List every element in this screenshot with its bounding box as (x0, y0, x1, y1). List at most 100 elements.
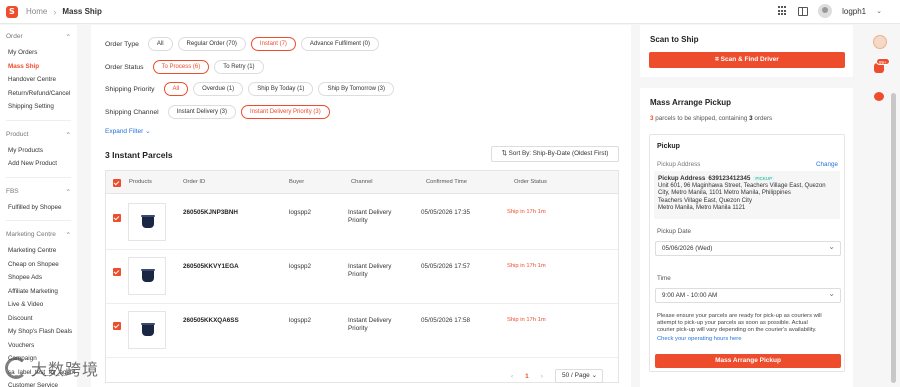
next-page-icon[interactable]: › (541, 373, 543, 380)
watermark: 大数跨境 (5, 356, 99, 380)
chevron-up-icon: ⌃ (65, 34, 71, 41)
expand-filter-link[interactable]: Expand Filter ⌄ (105, 127, 151, 135)
address-box: Pickup Address 639123412345 PICKUP Unit … (654, 171, 840, 219)
mug-product-icon (141, 269, 155, 282)
filter-label: Order Type (105, 40, 139, 48)
sidebar-item-mass-ship[interactable]: Mass Ship (0, 60, 77, 74)
sidebar-item-my-shop-s-flash-deals[interactable]: My Shop's Flash Deals (0, 325, 77, 339)
sidebar-section-product[interactable]: Product ⌃ (0, 131, 77, 139)
sidebar-section-fbs[interactable]: FBS ⌃ (0, 188, 77, 196)
filter-label: Shipping Channel (105, 108, 159, 116)
page-scrollbar[interactable] (891, 93, 896, 383)
filter-pill[interactable]: Advance Fulfilment (0) (300, 37, 379, 51)
sidebar-item-my-products[interactable]: My Products (0, 144, 77, 158)
sidebar-section-order[interactable]: Order ⌃ (0, 33, 77, 41)
sidebar-item-live-video[interactable]: Live & Video (0, 298, 77, 312)
guide-book-icon[interactable] (798, 6, 809, 16)
column-order-id: Order ID (183, 179, 206, 185)
sidebar-item-return-refund-cancel[interactable]: Return/Refund/Cancel (0, 87, 77, 101)
sidebar-item-customer-service[interactable]: Customer Service (0, 379, 77, 387)
channel-line-2: Priority (348, 325, 368, 332)
order-id[interactable]: 260505KKVY1EGA (183, 263, 239, 270)
table-row[interactable]: 260505KKXQA6SS logspp2 Instant Delivery Pri… (106, 303, 618, 358)
sidebar-item-handover-centre[interactable]: Handover Centre (0, 73, 77, 87)
order-id[interactable]: 260505KKXQA6SS (183, 317, 239, 324)
filter-pill[interactable]: To Retry (1) (214, 60, 264, 74)
prev-page-icon[interactable]: ‹ (511, 373, 513, 380)
filter-pill[interactable]: Instant Delivery (3) (167, 105, 237, 119)
page-number[interactable]: 1 (525, 373, 529, 380)
address-line: Unit 601, 96 Maginhawa Street, Teachers … (658, 183, 826, 189)
order-status: Ship in 17h 1m (507, 209, 546, 215)
product-thumbnail[interactable] (128, 257, 166, 295)
filter-pill[interactable]: Regular Order (70) (177, 37, 246, 51)
address-line: Teachers Village East, Quezon City (658, 197, 752, 204)
row-checkbox[interactable] (113, 268, 121, 276)
order-status-filter: Order Status To Process (6) To Retry (1) (105, 60, 264, 74)
product-thumbnail[interactable] (128, 311, 166, 349)
sidebar-item-vouchers[interactable]: Vouchers (0, 339, 77, 353)
filter-pill[interactable]: Ship By Tomorrow (3) (318, 82, 395, 96)
scan-to-ship-panel: Scan to Ship ⌗ Scan & Find Driver (640, 25, 853, 77)
order-id[interactable]: 260505KJNP3BNH (183, 209, 238, 216)
pickup-date-select[interactable]: 05/06/2026 (Wed) (655, 240, 841, 256)
apps-grid-icon[interactable] (778, 6, 788, 16)
sidebar-item-shipping-setting[interactable]: Shipping Setting (0, 100, 77, 114)
sidebar-item-shopee-ads[interactable]: Shopee Ads (0, 271, 77, 285)
pickup-tag: PICKUP (753, 176, 775, 181)
change-address-link[interactable]: Change (816, 161, 838, 168)
watermark-logo-icon (5, 357, 27, 379)
filter-pill[interactable]: Instant (7) (250, 37, 296, 51)
breadcrumb-home[interactable]: Home (26, 7, 47, 16)
sidebar-section-marketing-centre[interactable]: Marketing Centre ⌃ (0, 231, 77, 239)
buyer-name: logspp2 (289, 317, 312, 324)
table-row[interactable]: 260505KKVY1EGA logspp2 Instant Delivery Pri… (106, 249, 618, 304)
filter-pill[interactable]: Overdue (1) (193, 82, 244, 96)
sidebar-item-cheap-on-shopee[interactable]: Cheap on Shopee (0, 258, 77, 272)
pickup-title: Pickup (657, 143, 680, 150)
page-size-select[interactable]: 50 / Page ⌄ (554, 369, 603, 383)
sidebar-item-add-new-product[interactable]: Add New Product (0, 157, 77, 171)
chevron-up-icon: ⌃ (65, 188, 71, 196)
time-label: Time (657, 275, 671, 282)
row-checkbox[interactable] (113, 214, 121, 222)
sidebar-section-label: Order (6, 33, 23, 40)
filter-pill[interactable]: To Process (6) (152, 60, 210, 74)
scan-find-driver-button[interactable]: ⌗ Scan & Find Driver (649, 52, 845, 68)
scan-title: Scan to Ship (650, 35, 699, 44)
sidebar-item-fulfilled-by-shopee[interactable]: Fulfilled by Shopee (0, 201, 77, 215)
confirmed-time: 05/05/2026 17:57 (421, 263, 471, 270)
mass-arrange-pickup-button[interactable]: Mass Arrange Pickup (655, 354, 841, 368)
address-line: City, Metro Manila, 1101 Metro Manila, P… (658, 190, 791, 197)
user-avatar[interactable] (818, 4, 833, 18)
time-select[interactable]: 9:00 AM - 10:00 AM (655, 287, 841, 303)
scan-icon: ⌗ (715, 56, 719, 63)
pickup-address-label: Pickup Address (657, 161, 701, 168)
sidebar-item-discount[interactable]: Discount (0, 312, 77, 326)
chat-icon[interactable] (874, 92, 884, 101)
product-thumbnail[interactable] (128, 203, 166, 241)
select-all-checkbox[interactable] (113, 179, 121, 187)
filter-pill[interactable]: All (147, 37, 173, 51)
filter-pill[interactable]: Instant Delivery Priority (3) (241, 105, 330, 119)
order-type-filter: Order Type All Regular Order (70) Instant (… (105, 37, 379, 51)
sidebar-item-affiliate-marketing[interactable]: Affiliate Marketing (0, 285, 77, 299)
row-checkbox[interactable] (113, 322, 121, 330)
filter-pill[interactable]: Ship By Today (1) (248, 82, 314, 96)
filter-pill[interactable]: All (163, 82, 189, 96)
operating-hours-link[interactable]: Check your operating hours here (657, 336, 741, 342)
sidebar-item-my-orders[interactable]: My Orders (0, 46, 77, 60)
shopee-logo-icon[interactable] (6, 5, 18, 18)
username[interactable]: logph1 (842, 7, 866, 16)
table-row[interactable]: 260505KJNP3BNH logspp2 Instant Delivery Pri… (106, 195, 618, 250)
chevron-down-icon[interactable]: ⌄ (876, 7, 882, 15)
channel-line-1: Instant Delivery (348, 209, 392, 216)
expand-filter-label: Expand Filter (105, 128, 144, 135)
sidebar-item-marketing-centre[interactable]: Marketing Centre (0, 244, 77, 258)
chevron-down-icon: ⌄ (591, 372, 598, 379)
assistant-avatar-icon[interactable] (873, 35, 887, 49)
confirmed-time: 05/05/2026 17:35 (421, 209, 471, 216)
sort-button[interactable]: ⇅ Sort By: Ship-By-Date (Oldest First) (491, 146, 619, 162)
chevron-up-icon: ⌃ (65, 232, 71, 239)
chevron-up-icon: ⌃ (65, 131, 71, 139)
